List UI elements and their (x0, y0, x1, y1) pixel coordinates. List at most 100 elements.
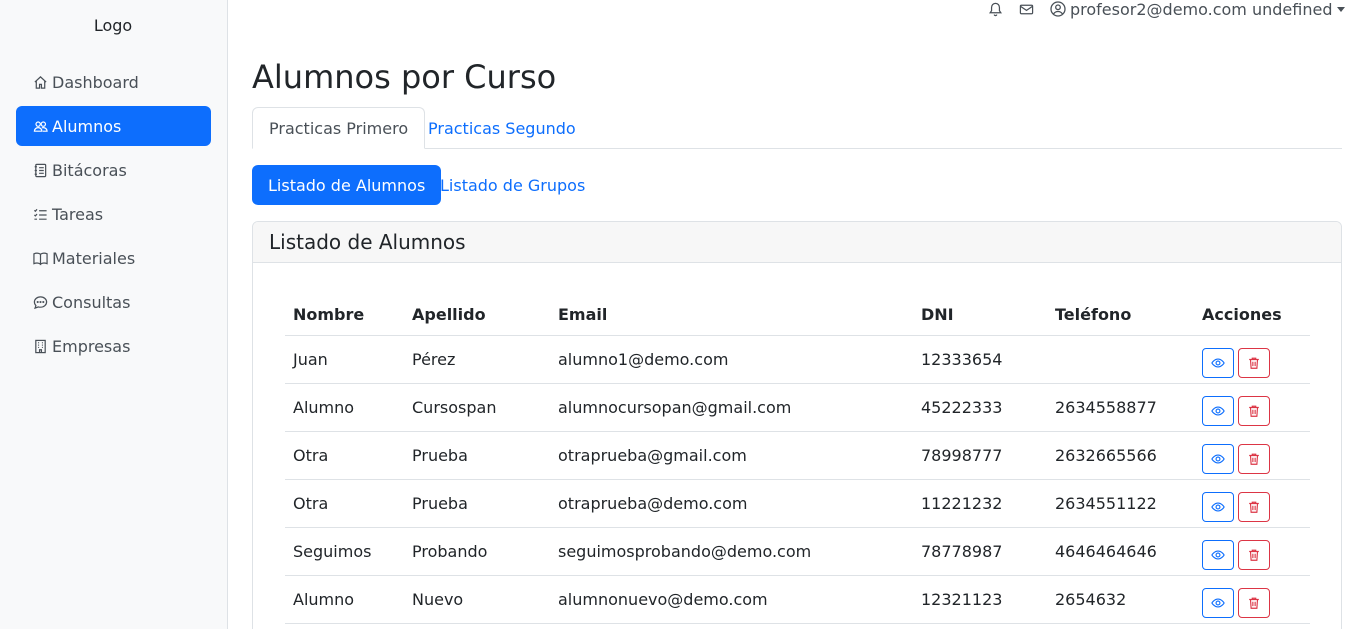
building-icon (32, 338, 48, 354)
user-menu-dropdown[interactable]: profesor2@demo.com undefined (1050, 0, 1346, 19)
cell-email: otraprueba@gmail.com (550, 431, 913, 480)
cell-apellido: Cursospan (404, 383, 550, 432)
table-header-row: Nombre Apellido Email DNI Teléfono Accio… (285, 294, 1310, 336)
sidebar: Logo Dashboard Alumnos Bitácoras Tareas … (0, 0, 228, 629)
cell-telefono: 4646464646 (1047, 527, 1194, 576)
view-button[interactable] (1202, 588, 1234, 618)
sidebar-item-consultas[interactable]: Consultas (16, 282, 211, 322)
cell-acciones (1194, 383, 1310, 432)
col-header-apellido: Apellido (404, 294, 550, 336)
sidebar-item-label: Materiales (52, 248, 136, 268)
cell-acciones (1194, 431, 1310, 480)
cell-email: otraprueba@demo.com (550, 479, 913, 528)
cell-telefono: 2634551122 (1047, 479, 1194, 528)
cell-nombre: Juan (285, 335, 404, 384)
cell-dni: 45222333 (913, 383, 1047, 432)
sidebar-item-empresas[interactable]: Empresas (16, 326, 211, 366)
eye-icon (1211, 358, 1225, 368)
delete-button[interactable] (1238, 492, 1270, 522)
col-header-email: Email (550, 294, 913, 336)
cell-acciones (1194, 335, 1310, 384)
tab-practicas-primero[interactable]: Practicas Primero (252, 107, 426, 149)
journal-icon (32, 162, 48, 178)
cell-apellido: Prueba (404, 479, 550, 528)
sidebar-item-label: Consultas (52, 292, 131, 312)
cell-nombre: Alumno (285, 575, 404, 624)
trash-icon (1249, 405, 1259, 417)
eye-icon (1211, 598, 1225, 608)
course-tabs: Practicas Primero Practicas Segundo (252, 107, 1342, 149)
cell-nombre: Otra (285, 479, 404, 528)
chevron-down-icon (1337, 6, 1346, 12)
trash-icon (1249, 597, 1259, 609)
card-title: Listado de Alumnos (253, 222, 1341, 263)
sidebar-item-materiales[interactable]: Materiales (16, 238, 211, 278)
cell-dni: 78998777 (913, 431, 1047, 480)
sidebar-item-dashboard[interactable]: Dashboard (16, 62, 211, 102)
eye-icon (1211, 454, 1225, 464)
cell-acciones (1194, 527, 1310, 576)
cell-nombre: Seguimos (285, 527, 404, 576)
cell-nombre: Alumno (285, 383, 404, 432)
col-header-acciones: Acciones (1194, 294, 1310, 336)
col-header-telefono: Teléfono (1047, 294, 1194, 336)
envelope-icon[interactable] (1018, 1, 1034, 17)
sidebar-item-alumnos[interactable]: Alumnos (16, 106, 211, 146)
cell-telefono: 2654632 (1047, 575, 1194, 624)
list-check-icon (32, 206, 48, 222)
sidebar-item-label: Dashboard (52, 72, 139, 92)
table-row: Otra Prueba otraprueba@gmail.com 7899877… (285, 431, 1310, 480)
sidebar-item-bitacoras[interactable]: Bitácoras (16, 150, 211, 190)
table-row: Seguimos Probando seguimosprobando@demo.… (285, 527, 1310, 576)
people-icon (32, 118, 48, 134)
delete-button[interactable] (1238, 444, 1270, 474)
eye-icon (1211, 406, 1225, 416)
logo: Logo (93, 16, 133, 35)
sidebar-item-tareas[interactable]: Tareas (16, 194, 211, 234)
view-button[interactable] (1202, 540, 1234, 570)
view-button[interactable] (1202, 492, 1234, 522)
chat-dots-icon (32, 294, 48, 310)
cell-acciones (1194, 575, 1310, 624)
students-table: Nombre Apellido Email DNI Teléfono Accio… (285, 294, 1310, 624)
table-row: Alumno Nuevo alumnonuevo@demo.com 123211… (285, 575, 1310, 624)
sidebar-nav: Dashboard Alumnos Bitácoras Tareas Mater… (16, 62, 211, 370)
tab-practicas-segundo[interactable]: Practicas Segundo (412, 107, 592, 149)
delete-button[interactable] (1238, 588, 1270, 618)
cell-telefono: 2634558877 (1047, 383, 1194, 432)
bell-icon[interactable] (987, 1, 1003, 17)
cell-telefono: 2632665566 (1047, 431, 1194, 480)
page-title: Alumnos por Curso (252, 58, 557, 96)
table-row: Alumno Cursospan alumnocursopan@gmail.co… (285, 383, 1310, 432)
table-row: Otra Prueba otraprueba@demo.com 11221232… (285, 479, 1310, 528)
table-row: Juan Pérez alumno1@demo.com 12333654 (285, 335, 1310, 384)
view-button[interactable] (1202, 444, 1234, 474)
delete-button[interactable] (1238, 396, 1270, 426)
eye-icon (1211, 550, 1225, 560)
house-icon (32, 74, 48, 90)
book-icon (32, 250, 48, 266)
person-circle-icon (1050, 1, 1066, 17)
cell-email: seguimosprobando@demo.com (550, 527, 913, 576)
view-button[interactable] (1202, 348, 1234, 378)
pill-listado-grupos[interactable]: Listado de Grupos (424, 165, 601, 205)
cell-apellido: Pérez (404, 335, 550, 384)
cell-apellido: Prueba (404, 431, 550, 480)
pill-listado-alumnos[interactable]: Listado de Alumnos (252, 165, 442, 205)
cell-dni: 12321123 (913, 575, 1047, 624)
cell-telefono (1047, 335, 1194, 384)
sidebar-item-label: Tareas (52, 204, 104, 224)
col-header-nombre: Nombre (285, 294, 404, 336)
user-email: profesor2@demo.com undefined (1070, 0, 1333, 19)
cell-dni: 78778987 (913, 527, 1047, 576)
delete-button[interactable] (1238, 540, 1270, 570)
col-header-dni: DNI (913, 294, 1047, 336)
students-card: Listado de Alumnos Nombre Apellido Email… (252, 221, 1342, 629)
sidebar-item-label: Bitácoras (52, 160, 127, 180)
cell-dni: 11221232 (913, 479, 1047, 528)
cell-nombre: Otra (285, 431, 404, 480)
sidebar-item-label: Empresas (52, 336, 131, 356)
eye-icon (1211, 502, 1225, 512)
delete-button[interactable] (1238, 348, 1270, 378)
view-button[interactable] (1202, 396, 1234, 426)
